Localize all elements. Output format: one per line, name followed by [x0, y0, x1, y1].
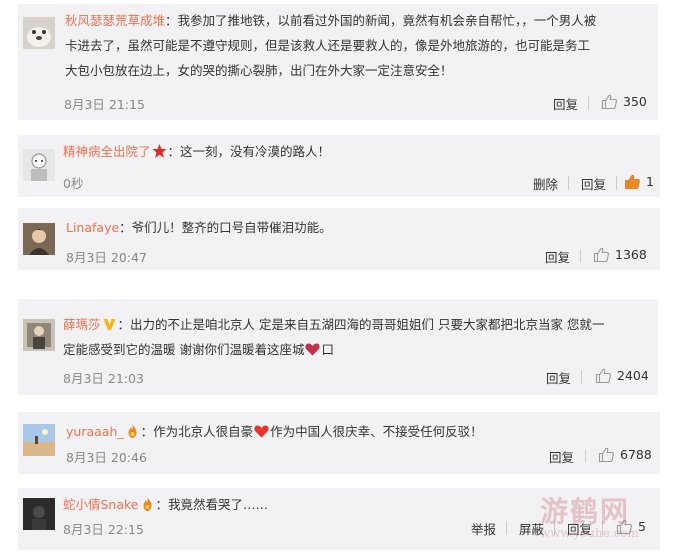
divider [581, 370, 582, 384]
divider [588, 96, 589, 110]
timestamp: 8月3日 21:15 [64, 97, 145, 112]
timestamp: 8月3日 20:46 [66, 450, 147, 465]
comment-text: 口 [321, 342, 334, 357]
avatar[interactable] [23, 223, 55, 255]
watermark-logo: 游鹤网 [540, 495, 631, 528]
avatar[interactable] [23, 319, 55, 351]
like-count: 350 [623, 94, 647, 109]
comment-text: ：我参加了推地铁，以前看过外国的新闻，竟然有机会亲自帮忙，，一个男人被 [165, 13, 597, 28]
username[interactable]: 蛇小倩Snake [63, 497, 139, 512]
comment-text: 作为中国人很庆幸、不接受任何反驳！ [270, 424, 483, 439]
divider [580, 249, 581, 263]
comment-card: 精神病全出院了 ：这一刻，没有冷漠的路人！ 0秒 删除 回复 1 [18, 135, 660, 197]
timestamp: 0秒 [63, 176, 84, 191]
comment-text: 卡进去了，虽然可能是不遵守规则，但是该救人还是要救人的，像是外地旅游的，也可能是… [65, 38, 591, 53]
like-count: 6788 [620, 447, 652, 462]
divider [616, 176, 617, 190]
timestamp: 8月3日 21:03 [63, 371, 144, 386]
reply-button[interactable]: 回复 [546, 368, 571, 387]
like-count: 5 [638, 519, 646, 534]
like-count: 1368 [615, 247, 647, 262]
comment-text: 定能感受到它的温暖 谢谢你们温暖着这座城 [63, 342, 305, 357]
comment-text: ：我竟然看哭了…… [155, 497, 269, 512]
thumbs-up-icon [595, 368, 611, 384]
v-badge-icon [103, 319, 116, 330]
divider [585, 449, 586, 463]
comment-card: yuraaah_ ：作为北京人很自豪 作为中国人很庆幸、不接受任何反驳！ 8月3日 … [18, 412, 660, 474]
username[interactable]: 薛瑪莎 [63, 317, 101, 332]
comment-card: 薛瑪莎 ：出力的不止是咱北京人 定是来自五湖四海的哥哥姐姐们 只要大家都把北京当家… [18, 299, 658, 395]
report-button[interactable]: 举报 [471, 519, 496, 538]
red-star-badge-icon [152, 144, 167, 158]
avatar[interactable] [23, 424, 55, 456]
username[interactable]: 精神病全出院了 [63, 144, 151, 159]
heart-emoji-icon [254, 425, 269, 438]
thumbs-up-icon [598, 447, 614, 463]
divider [568, 176, 569, 190]
reply-button[interactable]: 回复 [545, 247, 570, 266]
flame-emoji-icon [143, 497, 152, 511]
comment-card: Linafaye：爷们儿！整齐的口号自带催泪功能。 8月3日 20:47 回复 … [18, 208, 660, 270]
delete-button[interactable]: 删除 [533, 174, 558, 193]
comment-text: ：作为北京人很自豪 [140, 424, 254, 439]
reply-button[interactable]: 回复 [581, 174, 606, 193]
reply-button[interactable]: 回复 [553, 94, 578, 113]
reply-button[interactable]: 回复 [549, 447, 574, 466]
comment-card: 秋风瑟瑟荒草成堆：我参加了推地铁，以前看过外国的新闻，竟然有机会亲自帮忙，，一个… [18, 4, 658, 120]
avatar[interactable] [23, 17, 55, 49]
like-count: 2404 [617, 368, 649, 383]
comment-text: ：爷们儿！整齐的口号自带催泪功能。 [119, 220, 332, 235]
username[interactable]: yuraaah_ [66, 424, 124, 439]
avatar[interactable] [23, 149, 55, 181]
thumbs-up-icon [625, 174, 640, 189]
comment-text: ：出力的不止是咱北京人 定是来自五湖四海的哥哥姐姐们 只要大家都把北京当家 您就… [117, 317, 605, 332]
heart-emoji-icon [305, 343, 321, 356]
divider [506, 521, 507, 535]
like-count: 1 [646, 174, 654, 189]
flame-emoji-icon [128, 424, 137, 438]
watermark-url: www.youhe.com [540, 526, 639, 540]
thumbs-up-icon [593, 247, 609, 263]
thumbs-up-icon [601, 94, 617, 110]
comment-text: 大包小包放在边上，女的哭的撕心裂肺，出门在外大家一定注意安全！ [65, 63, 453, 78]
username[interactable]: Linafaye [66, 220, 119, 235]
timestamp: 8月3日 20:47 [66, 250, 147, 265]
avatar[interactable] [23, 498, 55, 530]
username[interactable]: 秋风瑟瑟荒草成堆 [65, 13, 165, 28]
timestamp: 8月3日 22:15 [63, 522, 144, 537]
comment-text: ：这一刻，没有冷漠的路人！ [167, 144, 331, 159]
